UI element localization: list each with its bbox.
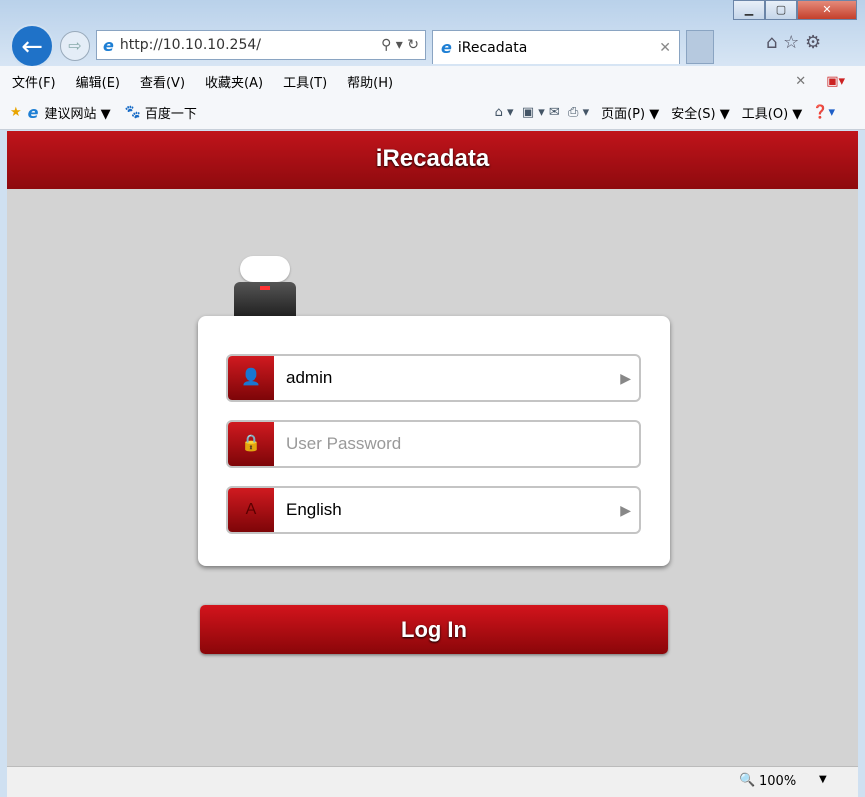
menu-tools[interactable]: 工具(T) xyxy=(283,72,327,91)
username-value: admin xyxy=(286,368,333,387)
safety-menu[interactable]: 安全(S) ▼ xyxy=(671,103,730,122)
menu-help[interactable]: 帮助(H) xyxy=(347,72,393,91)
ie-icon: e xyxy=(441,38,452,57)
status-bar: 🔍 100% ▼ xyxy=(7,766,858,797)
baidu-link[interactable]: 百度一下 xyxy=(145,103,197,122)
password-placeholder: User Password xyxy=(286,434,402,453)
menu-file[interactable]: 文件(F) xyxy=(12,72,56,91)
address-bar[interactable]: e http://10.10.10.254/ ⚲ ▾ ↻ xyxy=(96,30,426,60)
zoom-dropdown-icon[interactable]: ▼ xyxy=(819,774,827,785)
maximize-button[interactable]: ▢ xyxy=(765,0,797,20)
language-select[interactable]: A English ▶ xyxy=(226,486,641,534)
username-select[interactable]: 👤 admin ▶ xyxy=(226,354,641,402)
close-tab-icon[interactable]: ✕ xyxy=(659,40,671,56)
menu-bar: 文件(F) 编辑(E) 查看(V) 收藏夹(A) 工具(T) 帮助(H) ✕ ▣… xyxy=(0,66,865,96)
lock-icon: 🔒 xyxy=(228,422,274,466)
forward-button[interactable]: ⇨ xyxy=(60,31,90,61)
menu-view[interactable]: 查看(V) xyxy=(140,72,185,91)
language-value: English xyxy=(286,500,342,519)
arrow-right-icon: ▶ xyxy=(620,369,631,386)
page-menu[interactable]: 页面(P) ▼ xyxy=(601,103,659,122)
login-button[interactable]: Log In xyxy=(200,605,668,654)
pdf-icon[interactable]: ▣▾ xyxy=(826,74,845,89)
close-window-button[interactable]: ✕ xyxy=(797,0,857,20)
zoom-level[interactable]: 100% xyxy=(759,774,796,789)
url-text: http://10.10.10.254/ xyxy=(119,37,261,53)
ie-icon: e xyxy=(27,103,39,122)
tab-title: iRecadata xyxy=(457,39,528,56)
login-card: 👤 admin ▶ 🔒 User Password A English ▶ xyxy=(198,316,670,566)
device-logo xyxy=(234,256,298,316)
home-rss-mail-print-icons[interactable]: ⌂ ▾ ▣ ▾ ✉ ⎙ ▾ xyxy=(495,105,589,120)
baidu-paw-icon: 🐾 xyxy=(124,105,141,120)
user-icon: 👤 xyxy=(228,356,274,400)
language-icon: A xyxy=(228,488,274,532)
tab-irecadata[interactable]: e iRecadata ✕ xyxy=(432,30,680,64)
password-field[interactable]: 🔒 User Password xyxy=(226,420,641,468)
help-icon[interactable]: ❓▾ xyxy=(812,105,835,120)
menu-favorites[interactable]: 收藏夹(A) xyxy=(205,72,263,91)
favorites-bar: ★ e 建议网站 ▼ 🐾 百度一下 ⌂ ▾ ▣ ▾ ✉ ⎙ ▾ 页面(P) ▼ … xyxy=(0,96,865,130)
minimize-button[interactable]: ▁ xyxy=(733,0,765,20)
home-star-gear-icons[interactable]: ⌂ ☆ ⚙ xyxy=(766,32,821,53)
back-button[interactable]: ← xyxy=(10,24,54,68)
tools-menu[interactable]: 工具(O) ▼ xyxy=(742,103,803,122)
page-header: iRecadata xyxy=(7,131,858,189)
close-menu-icon[interactable]: ✕ xyxy=(795,74,806,89)
ie-icon: e xyxy=(103,35,114,55)
suggested-sites[interactable]: 建议网站 ▼ xyxy=(45,103,111,122)
menu-edit[interactable]: 编辑(E) xyxy=(76,72,120,91)
zoom-icon[interactable]: 🔍 xyxy=(739,773,755,788)
search-icon[interactable]: ⚲ ▾ ↻ xyxy=(381,37,419,53)
arrow-right-icon: ▶ xyxy=(620,501,631,518)
favorites-star-icon[interactable]: ★ xyxy=(10,105,22,120)
new-tab-button[interactable] xyxy=(686,30,714,64)
